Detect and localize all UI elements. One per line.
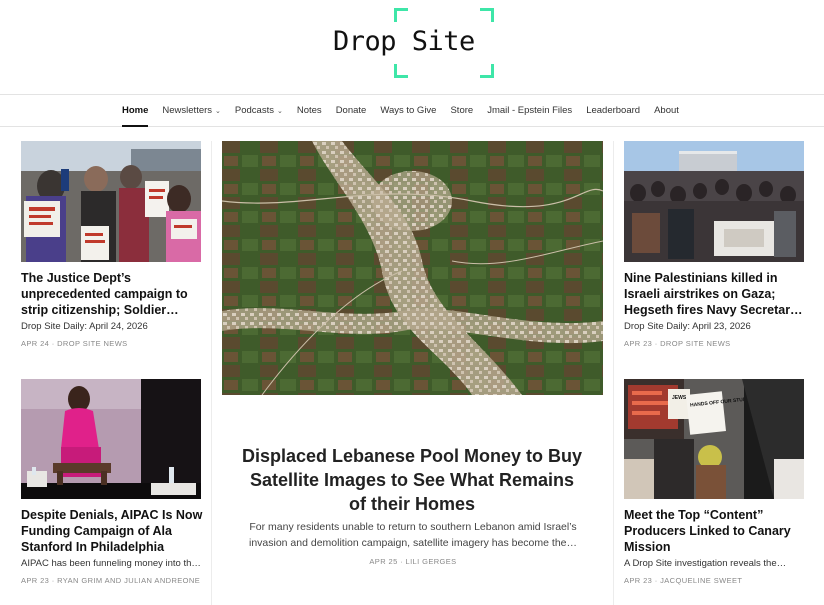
nav-item-label: Newsletters xyxy=(162,105,213,116)
featured-article-meta: APR 25 · LILI GERGES xyxy=(369,557,457,566)
nav-item-label: Ways to Give xyxy=(380,105,437,116)
column-divider-left xyxy=(211,141,212,605)
chevron-down-icon: ⌄ xyxy=(215,107,221,115)
main-nav: Home Newsletters ⌄ Podcasts ⌄ Notes Donate… xyxy=(0,94,824,127)
article-title[interactable]: Despite Denials, AIPAC Is Now Funding Ca… xyxy=(21,507,206,555)
nav-item-podcasts[interactable]: Podcasts ⌄ xyxy=(235,95,283,126)
article-meta: APR 23 · DROP SITE NEWS xyxy=(624,339,731,348)
nav-item-label: Donate xyxy=(335,105,367,116)
nav-item-label: Notes xyxy=(296,105,322,116)
nav-item-about[interactable]: About xyxy=(654,95,679,126)
nav-item-label: Store xyxy=(450,105,474,116)
article-meta: APR 23 · JACQUELINE SWEET xyxy=(624,576,743,585)
logo-bracket-top-left xyxy=(394,8,408,22)
article-subtitle: AIPAC has been funneling money into th… xyxy=(21,558,201,569)
nav-item-label: Jmail - Epstein Files xyxy=(487,105,573,116)
article-title[interactable]: The Justice Dept’s unprecedented campaig… xyxy=(21,270,201,318)
article-subtitle: A Drop Site investigation reveals the… xyxy=(624,558,787,569)
site-logo[interactable]: Drop Site xyxy=(333,26,493,57)
logo-bracket-bottom-right xyxy=(480,64,494,78)
masthead: Drop Site xyxy=(0,0,824,94)
article-image-protest-citizenship[interactable] xyxy=(21,141,201,262)
nav-item-ways-to-give[interactable]: Ways to Give xyxy=(380,95,436,126)
nav-item-label: Podcasts xyxy=(234,105,274,116)
article-subtitle: Drop Site Daily: April 23, 2026 xyxy=(624,321,751,332)
nav-item-jmail[interactable]: Jmail - Epstein Files xyxy=(487,95,572,126)
article-title[interactable]: Nine Palestinians killed in Israeli airs… xyxy=(624,270,806,318)
nav-item-label: Home xyxy=(122,105,149,116)
nav-items: Home Newsletters ⌄ Podcasts ⌄ Notes Donate… xyxy=(122,95,693,127)
nav-item-label: Leaderboard xyxy=(586,105,641,116)
column-divider-right xyxy=(613,141,614,605)
article-meta: APR 24 · DROP SITE NEWS xyxy=(21,339,128,348)
article-meta: APR 23 · RYAN GRIM AND JULIAN ANDREONE xyxy=(21,576,201,585)
article-image-gaza-crowd[interactable] xyxy=(624,141,804,262)
article-image-aipac-stanford[interactable] xyxy=(21,379,201,499)
article-image-canary-protest[interactable]: JEWS SAY STOP HANDS OFF OUR STUDENTS NOW… xyxy=(624,379,804,499)
logo-bracket-top-right xyxy=(480,8,494,22)
nav-item-leaderboard[interactable]: Leaderboard xyxy=(586,95,640,126)
chevron-down-icon: ⌄ xyxy=(276,107,283,115)
featured-satellite-image[interactable] xyxy=(222,141,603,395)
nav-item-newsletters[interactable]: Newsletters ⌄ xyxy=(162,95,221,126)
featured-article-subtitle: For many residents unable to return to s… xyxy=(248,521,577,549)
article-subtitle: Drop Site Daily: April 24, 2026 xyxy=(21,321,148,332)
nav-item-home[interactable]: Home xyxy=(122,95,149,127)
logo-bracket-bottom-left xyxy=(394,64,408,78)
featured-article-title[interactable]: Displaced Lebanese Pool Money to Buy Sat… xyxy=(240,444,584,516)
nav-item-donate[interactable]: Donate xyxy=(336,95,367,126)
article-title[interactable]: Meet the Top “Content” Producers Linked … xyxy=(624,507,809,555)
nav-item-notes[interactable]: Notes xyxy=(297,95,322,126)
nav-item-store[interactable]: Store xyxy=(450,95,473,126)
nav-item-label: About xyxy=(654,105,679,116)
